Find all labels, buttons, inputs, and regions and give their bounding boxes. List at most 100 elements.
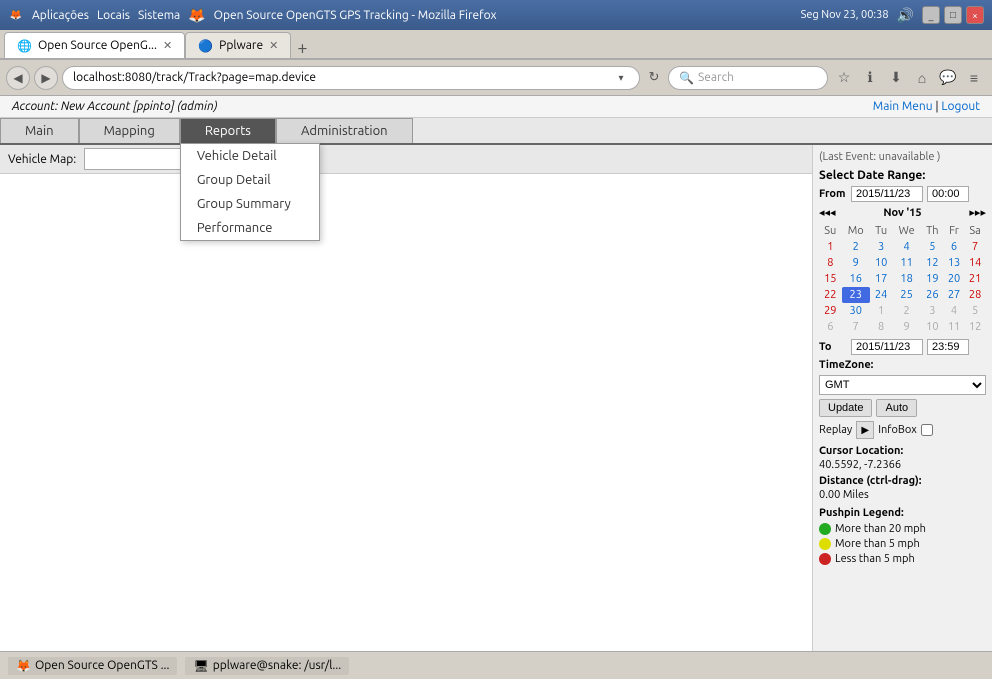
main-menu-link[interactable]: Main Menu	[873, 100, 933, 113]
calendar-day[interactable]: 30	[842, 303, 870, 319]
calendar-day[interactable]: 2	[842, 239, 870, 255]
close-button[interactable]: ×	[966, 6, 984, 24]
calendar-day[interactable]: 11	[944, 319, 964, 335]
cal-header-fr: Fr	[944, 223, 964, 239]
calendar-day[interactable]: 12	[964, 319, 986, 335]
calendar-day[interactable]: 7	[842, 319, 870, 335]
calendar-day[interactable]: 25	[892, 287, 920, 303]
calendar-day[interactable]: 18	[892, 271, 920, 287]
calendar-day[interactable]: 16	[842, 271, 870, 287]
calendar-nav: ◂◂◂ Nov '15 ▸▸▸	[819, 206, 986, 219]
calendar-day[interactable]: 29	[819, 303, 842, 319]
calendar-day[interactable]: 23	[842, 287, 870, 303]
legend-item-slow: Less than 5 mph	[819, 553, 986, 565]
calendar-day[interactable]: 3	[870, 239, 893, 255]
os-menu-aplicacoes[interactable]: Aplicações	[32, 9, 89, 22]
chat-icon[interactable]: 💬	[936, 66, 960, 90]
calendar-day[interactable]: 17	[870, 271, 893, 287]
right-panel: (Last Event: unavailable ) Select Date R…	[812, 145, 992, 651]
calendar-day[interactable]: 5	[921, 239, 944, 255]
calendar-day[interactable]: 22	[819, 287, 842, 303]
os-menu-locais[interactable]: Locais	[97, 9, 130, 22]
statusbar-item-terminal[interactable]: 🖥 pplware@snake: /usr/l...	[185, 657, 349, 675]
calendar-day[interactable]: 12	[921, 255, 944, 271]
calendar-day[interactable]: 19	[921, 271, 944, 287]
to-date-input[interactable]	[851, 339, 923, 355]
browser-tab-pplware[interactable]: 🔵 Pplware ✕	[185, 32, 291, 58]
new-tab-button[interactable]: +	[291, 38, 313, 58]
infobox-checkbox[interactable]	[921, 424, 933, 436]
logout-link[interactable]: Logout	[941, 100, 980, 113]
reload-button[interactable]: ↻	[644, 68, 664, 88]
tab-mapping[interactable]: Mapping	[79, 118, 180, 143]
calendar-day[interactable]: 9	[842, 255, 870, 271]
calendar-day[interactable]: 4	[944, 303, 964, 319]
calendar-day[interactable]: 3	[921, 303, 944, 319]
timezone-row: GMT	[819, 375, 986, 395]
calendar-day[interactable]: 2	[892, 303, 920, 319]
calendar-day[interactable]: 8	[819, 255, 842, 271]
url-text[interactable]: localhost:8080/track/Track?page=map.devi…	[73, 71, 613, 84]
tab-close-button[interactable]: ✕	[269, 39, 278, 52]
calendar-day[interactable]: 6	[819, 319, 842, 335]
cal-nav-arrows-prev[interactable]: ◂◂◂	[819, 206, 836, 219]
calendar-day[interactable]: 10	[921, 319, 944, 335]
calendar-day[interactable]: 4	[892, 239, 920, 255]
page-info-icon[interactable]: ℹ	[858, 66, 882, 90]
from-label: From	[819, 188, 847, 200]
calendar-day[interactable]: 9	[892, 319, 920, 335]
forward-button[interactable]: ▶	[34, 66, 58, 90]
update-button[interactable]: Update	[819, 399, 872, 417]
dropdown-item-vehicle-detail[interactable]: Vehicle Detail	[181, 144, 319, 168]
calendar-day[interactable]: 14	[964, 255, 986, 271]
tab-reports[interactable]: Reports	[180, 118, 276, 143]
home-icon[interactable]: ⌂	[910, 66, 934, 90]
calendar-day[interactable]: 6	[944, 239, 964, 255]
search-bar[interactable]: 🔍 Search	[668, 66, 828, 90]
calendar-day[interactable]: 20	[944, 271, 964, 287]
legend-item-fast: More than 20 mph	[819, 523, 986, 535]
cal-header-sa: Sa	[964, 223, 986, 239]
to-time-input[interactable]	[927, 339, 969, 355]
bookmark-star-icon[interactable]: ☆	[832, 66, 856, 90]
calendar-day[interactable]: 1	[819, 239, 842, 255]
auto-button[interactable]: Auto	[876, 399, 917, 417]
legend-label-fast: More than 20 mph	[835, 523, 926, 535]
calendar-day[interactable]: 7	[964, 239, 986, 255]
tab-administration[interactable]: Administration	[276, 118, 413, 143]
dropdown-item-group-detail[interactable]: Group Detail	[181, 168, 319, 192]
maximize-button[interactable]: □	[944, 6, 962, 24]
calendar-day[interactable]: 24	[870, 287, 893, 303]
url-dropdown-button[interactable]: ▾	[613, 66, 629, 90]
download-icon[interactable]: ⬇	[884, 66, 908, 90]
navigation-tabs: Main Mapping Reports Vehicle Detail Grou…	[0, 118, 992, 145]
from-date-input[interactable]	[851, 186, 923, 202]
tab-main[interactable]: Main	[0, 118, 79, 143]
calendar-day[interactable]: 26	[921, 287, 944, 303]
timezone-select[interactable]: GMT	[819, 375, 986, 395]
replay-play-button[interactable]: ▶	[856, 421, 874, 439]
back-button[interactable]: ◀	[6, 66, 30, 90]
calendar-day[interactable]: 21	[964, 271, 986, 287]
calendar-day[interactable]: 10	[870, 255, 893, 271]
os-menu-sistema[interactable]: Sistema	[138, 9, 180, 22]
browser-tab-opengts[interactable]: 🌐 Open Source OpenG... ✕	[4, 32, 185, 58]
statusbar-label-opengts: Open Source OpenGTS ...	[35, 659, 170, 672]
cal-nav-arrows-next[interactable]: ▸▸▸	[969, 206, 986, 219]
minimize-button[interactable]: _	[922, 6, 940, 24]
dropdown-item-group-summary[interactable]: Group Summary	[181, 192, 319, 216]
calendar-day[interactable]: 1	[870, 303, 893, 319]
cal-header-we: We	[892, 223, 920, 239]
tab-close-button[interactable]: ✕	[163, 39, 172, 52]
dropdown-item-performance[interactable]: Performance	[181, 216, 319, 240]
menu-icon[interactable]: ≡	[962, 66, 986, 90]
from-time-input[interactable]	[927, 186, 969, 202]
calendar-day[interactable]: 11	[892, 255, 920, 271]
calendar-day[interactable]: 28	[964, 287, 986, 303]
calendar-day[interactable]: 27	[944, 287, 964, 303]
calendar-day[interactable]: 15	[819, 271, 842, 287]
calendar-day[interactable]: 8	[870, 319, 893, 335]
calendar-day[interactable]: 5	[964, 303, 986, 319]
calendar-day[interactable]: 13	[944, 255, 964, 271]
statusbar-item-firefox[interactable]: 🦊 Open Source OpenGTS ...	[8, 657, 177, 675]
